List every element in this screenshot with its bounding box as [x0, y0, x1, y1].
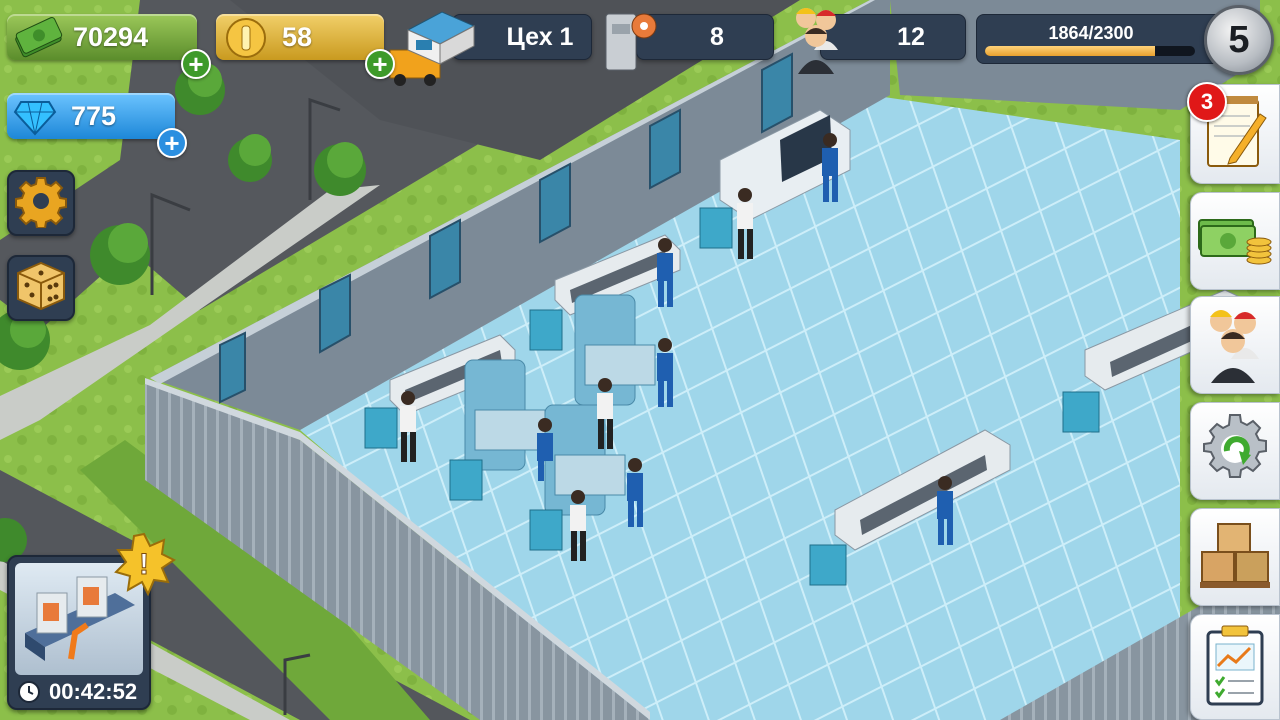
- random-event-button[interactable]: [7, 255, 75, 321]
- settings-button[interactable]: [7, 170, 75, 236]
- finance-button[interactable]: [1190, 192, 1280, 290]
- press-machine-icon: [598, 4, 660, 81]
- tasks-badge: 3: [1187, 82, 1227, 122]
- money-counter: 70294: [7, 14, 197, 60]
- machines-value: 8: [710, 22, 724, 51]
- game-world[interactable]: [0, 0, 1280, 720]
- gold-coin-icon: [224, 16, 268, 65]
- diamond-icon: [13, 96, 57, 141]
- workshop-name: Цех 1: [506, 22, 574, 51]
- add-gems-button[interactable]: +: [157, 128, 187, 158]
- alert-symbol: !: [139, 548, 149, 581]
- alert-badge[interactable]: !: [112, 532, 176, 597]
- xp-panel: 1864/2300: [976, 14, 1236, 64]
- cash-stack-icon: [11, 16, 65, 65]
- gems-counter: 775: [7, 93, 175, 139]
- add-money-button[interactable]: +: [181, 49, 211, 79]
- cash-coins-icon: [1195, 204, 1275, 279]
- storage-button[interactable]: [1190, 508, 1280, 606]
- stats-button[interactable]: [1190, 614, 1280, 720]
- xp-bar-fill: [985, 46, 1156, 56]
- staff-button[interactable]: [1190, 296, 1280, 394]
- xp-text: 1864/2300: [1048, 23, 1134, 43]
- level-badge[interactable]: 5: [1204, 5, 1274, 75]
- gems-value: 775: [71, 100, 117, 131]
- workers-icon: [786, 2, 850, 79]
- coins-value: 58: [282, 21, 313, 52]
- warehouse-icon: [404, 4, 478, 71]
- clock-icon: [17, 680, 41, 704]
- boxes-icon: [1196, 518, 1274, 597]
- workers-value: 12: [897, 22, 925, 51]
- add-coins-button[interactable]: +: [365, 49, 395, 79]
- timer-value: 00:42:52: [49, 679, 138, 704]
- dice-icon: [14, 259, 68, 318]
- upgrade-button[interactable]: [1190, 402, 1280, 500]
- gear-icon: [14, 174, 68, 233]
- staff-group-icon: [1197, 303, 1273, 388]
- money-value: 70294: [73, 21, 149, 52]
- gear-refresh-icon: [1197, 411, 1273, 492]
- xp-bar: [985, 46, 1195, 56]
- report-chart-icon: [1200, 622, 1270, 713]
- alert-star-icon: !: [114, 532, 176, 597]
- factory-scene[interactable]: [0, 0, 1280, 720]
- coins-counter: 58: [216, 14, 384, 60]
- production-timer: 00:42:52: [17, 679, 145, 705]
